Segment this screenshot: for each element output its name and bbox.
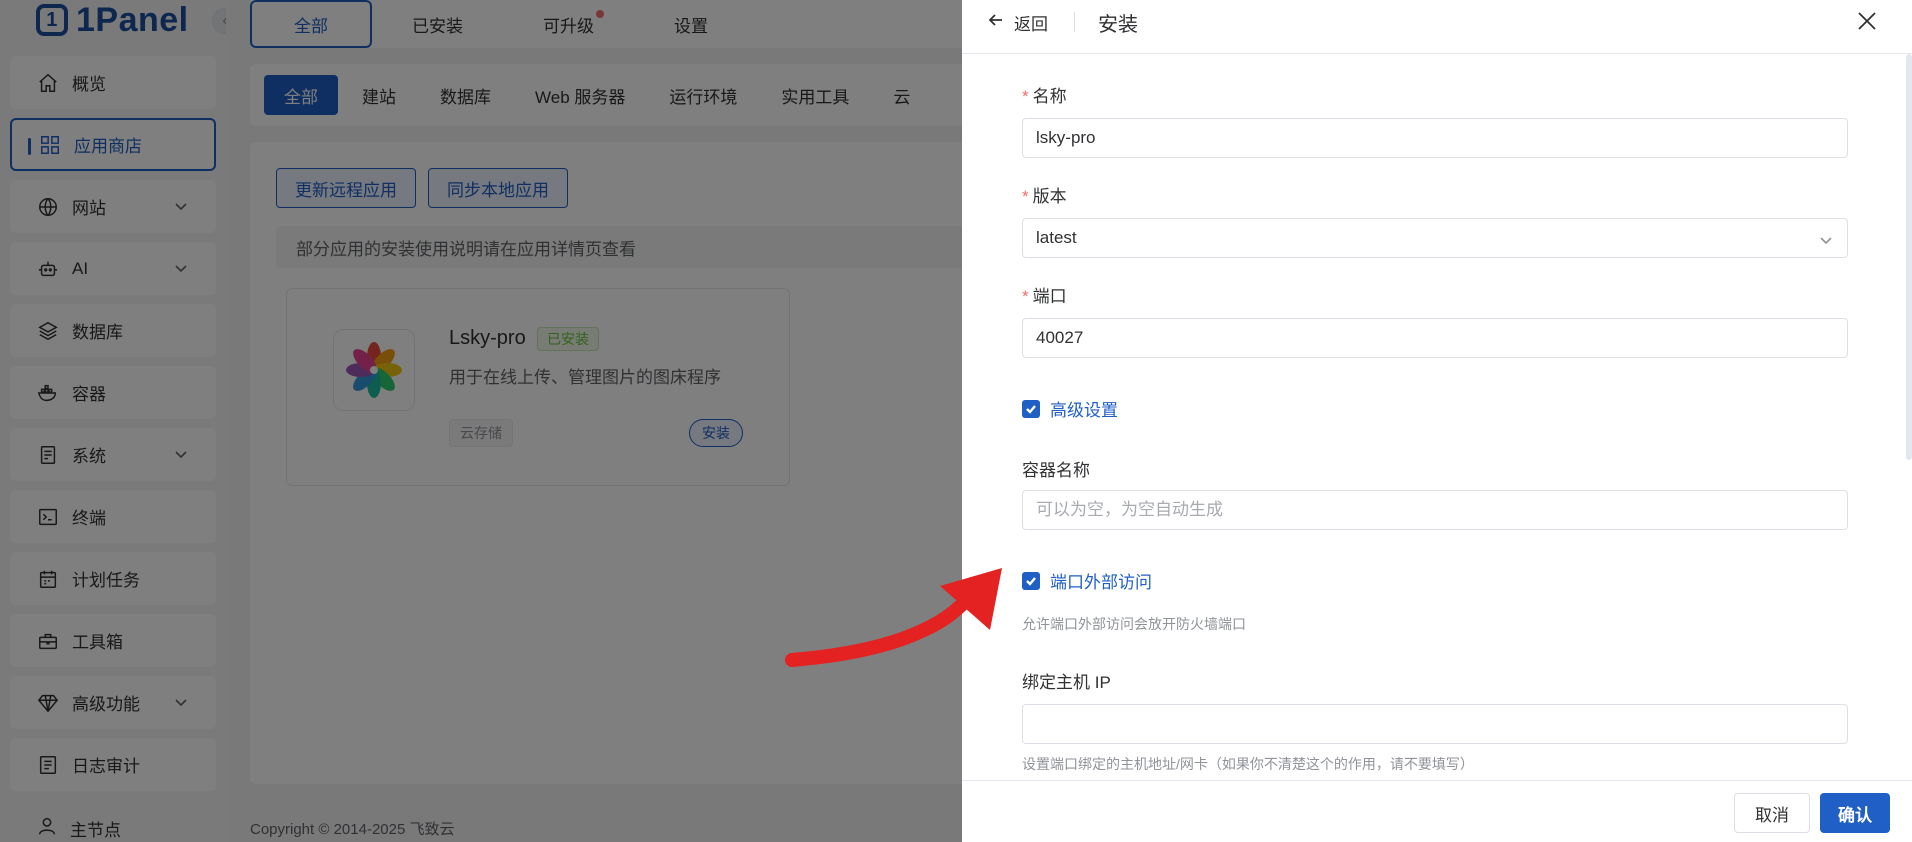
- container-name-input[interactable]: [1036, 491, 1847, 529]
- version-label: * 版本: [1022, 187, 1067, 206]
- container-name-field[interactable]: [1022, 490, 1848, 530]
- name-field[interactable]: [1022, 118, 1848, 158]
- bind-ip-field[interactable]: [1022, 704, 1848, 744]
- drawer-footer: 取消 确认: [962, 780, 1912, 842]
- drawer-header: 返回 安装: [962, 0, 1912, 54]
- port-label: * 端口: [1022, 287, 1067, 306]
- container-name-label: 容器名称: [1022, 461, 1090, 480]
- bind-ip-hint: 设置端口绑定的主机地址/网卡（如果你不清楚这个的作用，请不要填写）: [1022, 756, 1474, 772]
- confirm-button[interactable]: 确认: [1820, 793, 1890, 833]
- external-access-checkbox[interactable]: 端口外部访问: [1022, 568, 1152, 593]
- back-button[interactable]: 返回: [988, 10, 1048, 34]
- install-drawer: 返回 安装 *名称 *版本 latest *端口 高级设置 容器名称 端口外部访…: [962, 0, 1912, 842]
- name-input[interactable]: [1036, 119, 1847, 157]
- checkmark-icon: [1022, 399, 1040, 418]
- modal-overlay[interactable]: [0, 0, 962, 842]
- header-divider: [1074, 12, 1075, 32]
- bind-ip-input[interactable]: [1036, 705, 1847, 743]
- name-label: * 名称: [1022, 87, 1067, 106]
- checkmark-icon: [1022, 571, 1040, 590]
- back-label: 返回: [1014, 14, 1048, 34]
- arrow-left-icon: [988, 12, 1004, 33]
- cancel-button[interactable]: 取消: [1734, 793, 1810, 833]
- version-select[interactable]: latest: [1022, 218, 1848, 258]
- advanced-settings-label: 高级设置: [1050, 401, 1118, 420]
- drawer-title: 安装: [1098, 14, 1138, 36]
- external-access-label: 端口外部访问: [1050, 573, 1152, 592]
- chevron-down-icon: [1819, 232, 1833, 246]
- bind-ip-label: 绑定主机 IP: [1022, 673, 1111, 692]
- external-access-hint: 允许端口外部访问会放开防火墙端口: [1022, 616, 1246, 632]
- port-input[interactable]: [1036, 319, 1847, 357]
- port-field[interactable]: [1022, 318, 1848, 358]
- close-icon[interactable]: [1856, 10, 1878, 32]
- scrollbar[interactable]: [1906, 54, 1912, 460]
- version-value: latest: [1036, 228, 1077, 247]
- advanced-settings-checkbox[interactable]: 高级设置: [1022, 396, 1118, 421]
